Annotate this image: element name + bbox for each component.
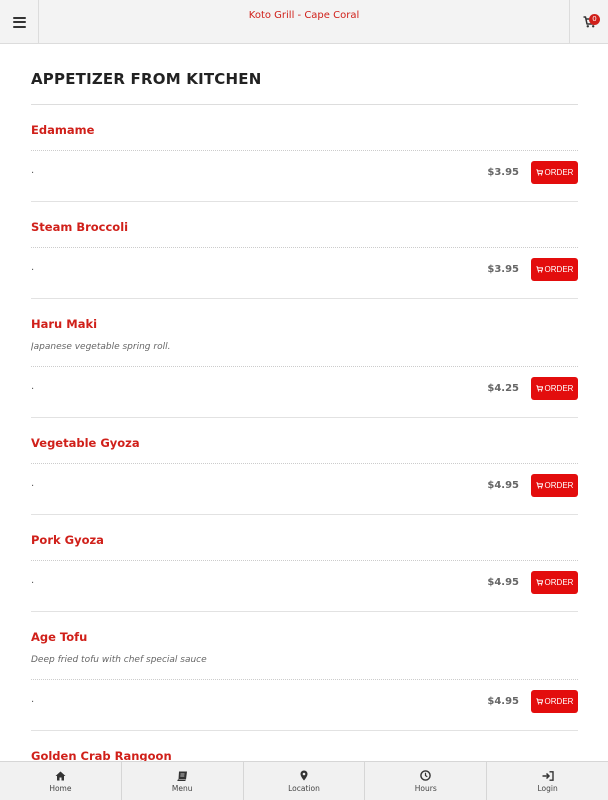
menu-button[interactable] — [0, 0, 39, 44]
map-pin-icon — [300, 770, 308, 781]
nav-menu[interactable]: Menu — [122, 762, 244, 800]
cart-icon — [535, 385, 543, 392]
order-button[interactable]: ORDER — [531, 377, 578, 400]
login-icon — [542, 770, 554, 781]
nav-location[interactable]: Location — [244, 762, 366, 800]
item-price: $3.95 — [487, 167, 519, 178]
item-price: $4.95 — [487, 696, 519, 707]
order-button[interactable]: ORDER — [531, 258, 578, 281]
cart-icon — [535, 266, 543, 273]
book-icon — [176, 771, 187, 781]
item-option-text: . — [31, 381, 35, 392]
item-name[interactable]: Vegetable Gyoza — [31, 436, 140, 450]
order-button[interactable]: ORDER — [531, 474, 578, 497]
home-icon — [55, 771, 66, 780]
item-description: Japanese vegetable spring roll. — [31, 342, 171, 352]
order-button-label: ORDER — [544, 384, 574, 393]
cart-button[interactable]: 0 — [569, 0, 608, 44]
bottom-nav: Home Menu Location Hours Login — [0, 761, 608, 800]
app-title: Koto Grill - Cape Coral — [248, 10, 360, 21]
cart-count-badge: 0 — [589, 14, 600, 25]
cart-icon — [535, 482, 543, 489]
cart-icon — [535, 579, 543, 586]
nav-label: Menu — [171, 783, 193, 793]
nav-label: Location — [288, 783, 320, 793]
menu-item: Vegetable Gyoza . $4.95 ORDER — [31, 418, 578, 515]
nav-label: Login — [537, 783, 558, 793]
item-name[interactable]: Pork Gyoza — [31, 533, 104, 547]
item-option-text: . — [31, 478, 35, 489]
item-option-row: . $4.25 ORDER — [31, 377, 578, 400]
order-button-label: ORDER — [544, 697, 574, 706]
item-divider — [31, 366, 578, 367]
nav-label: Home — [49, 783, 72, 793]
nav-hours[interactable]: Hours — [365, 762, 488, 800]
item-name[interactable]: Golden Crab Rangoon — [31, 749, 172, 761]
order-button-label: ORDER — [544, 265, 574, 274]
order-button[interactable]: ORDER — [531, 690, 578, 713]
item-option-text: . — [31, 694, 35, 705]
order-button[interactable]: ORDER — [531, 571, 578, 594]
item-divider — [31, 560, 578, 561]
order-button-label: ORDER — [544, 578, 574, 587]
item-divider — [31, 150, 578, 151]
menu-item: Edamame . $3.95 ORDER — [31, 105, 578, 202]
order-button[interactable]: ORDER — [531, 161, 578, 184]
item-option-row: . $3.95 ORDER — [31, 258, 578, 281]
cart-icon — [535, 169, 543, 176]
item-price: $3.95 — [487, 264, 519, 275]
order-button-label: ORDER — [544, 481, 574, 490]
top-bar: Koto Grill - Cape Coral 0 — [0, 0, 608, 44]
item-price: $4.25 — [487, 383, 519, 394]
menu-item: Pork Gyoza . $4.95 ORDER — [31, 515, 578, 612]
item-option-text: . — [31, 262, 35, 273]
menu-content: APPETIZER FROM KITCHEN Edamame . $3.95 O… — [31, 44, 578, 761]
menu-item: Steam Broccoli . $3.95 ORDER — [31, 202, 578, 299]
item-price: $4.95 — [487, 577, 519, 588]
menu-item: Haru Maki Japanese vegetable spring roll… — [31, 299, 578, 418]
item-option-row: . $4.95 ORDER — [31, 690, 578, 713]
item-option-row: . $3.95 ORDER — [31, 161, 578, 184]
item-name[interactable]: Steam Broccoli — [31, 220, 128, 234]
item-option-row: . $4.95 ORDER — [31, 474, 578, 497]
item-option-row: . $4.95 ORDER — [31, 571, 578, 594]
clock-icon — [420, 770, 432, 781]
item-price: $4.95 — [487, 480, 519, 491]
item-divider — [31, 679, 578, 680]
order-button-label: ORDER — [544, 168, 574, 177]
item-name[interactable]: Haru Maki — [31, 317, 97, 331]
item-option-text: . — [31, 165, 35, 176]
item-divider — [31, 247, 578, 248]
item-name[interactable]: Edamame — [31, 123, 94, 137]
nav-login[interactable]: Login — [487, 762, 608, 800]
section-title: APPETIZER FROM KITCHEN — [31, 70, 262, 88]
item-name[interactable]: Age Tofu — [31, 630, 87, 644]
item-divider — [31, 463, 578, 464]
nav-home[interactable]: Home — [0, 762, 122, 800]
item-description: Deep fried tofu with chef special sauce — [31, 655, 207, 665]
menu-item: Age Tofu Deep fried tofu with chef speci… — [31, 612, 578, 731]
menu-item: Golden Crab Rangoon — [31, 731, 578, 761]
cart-icon — [535, 698, 543, 705]
item-option-text: . — [31, 575, 35, 586]
nav-label: Hours — [414, 783, 437, 793]
